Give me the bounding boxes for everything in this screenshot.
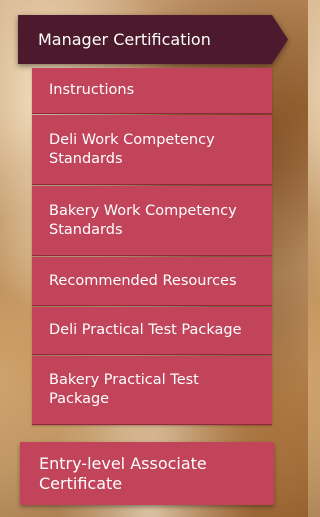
menu-item-label: Bakery Work Competency Standards: [49, 202, 237, 238]
menu-item-deli-work-competency-standards[interactable]: Deli Work Competency Standards: [32, 115, 272, 185]
menu-header-label: Manager Certification: [18, 15, 288, 64]
menu-item-label: Entry-level Associate Certificate: [39, 453, 207, 493]
menu-item-instructions[interactable]: Instructions: [32, 68, 272, 114]
certification-menu: Manager Certification Instructions Deli …: [0, 0, 308, 517]
menu-item-label: Deli Practical Test Package: [49, 322, 242, 338]
menu-header-tab[interactable]: Manager Certification: [18, 15, 288, 64]
menu-item-recommended-resources[interactable]: Recommended Resources: [32, 257, 272, 306]
menu-item-bakery-practical-test-package[interactable]: Bakery Practical Test Package: [32, 356, 272, 425]
menu-item-label: Deli Work Competency Standards: [49, 131, 215, 167]
menu-item-entry-level-associate-certificate[interactable]: Entry-level Associate Certificate: [20, 442, 274, 505]
menu-item-bakery-work-competency-standards[interactable]: Bakery Work Competency Standards: [32, 186, 272, 256]
menu-item-label: Bakery Practical Test Package: [49, 372, 199, 407]
menu-item-label: Recommended Resources: [49, 272, 237, 289]
menu-item-label: Instructions: [49, 82, 135, 98]
menu-item-deli-practical-test-package[interactable]: Deli Practical Test Package: [32, 307, 272, 355]
